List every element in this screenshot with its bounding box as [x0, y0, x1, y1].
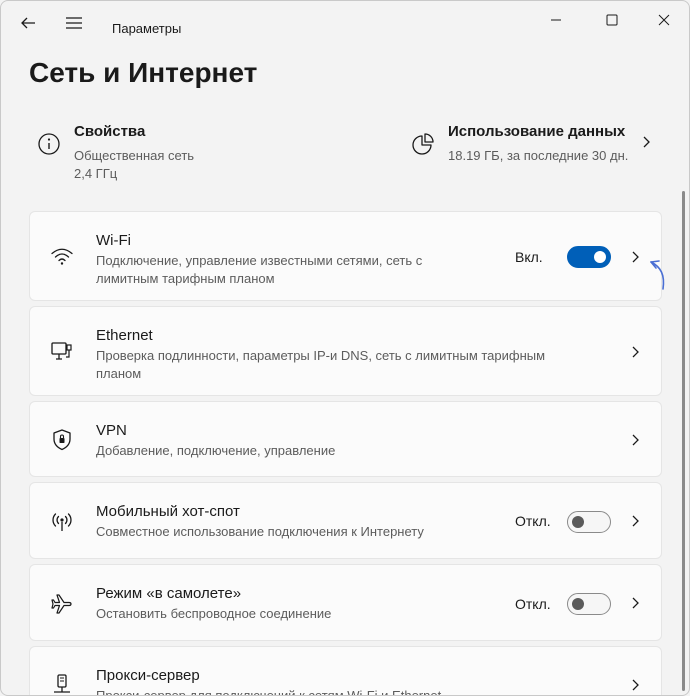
back-arrow-icon — [21, 17, 35, 29]
close-icon — [658, 14, 670, 26]
proxy-description: Прокси-сервер для подключений к сетям Wi… — [96, 688, 442, 696]
maximize-button[interactable] — [592, 7, 632, 33]
ethernet-card[interactable]: Ethernet Проверка подлинности, параметры… — [29, 306, 662, 396]
properties-title: Свойства — [74, 123, 146, 140]
vpn-card[interactable]: VPN Добавление, подключение, управление — [29, 401, 662, 477]
hotspot-description: Совместное использование подключения к И… — [96, 524, 424, 539]
airplane-state-label: Откл. — [515, 596, 551, 612]
menu-button[interactable] — [62, 11, 86, 35]
toggle-knob — [594, 251, 606, 263]
app-title: Параметры — [112, 21, 182, 36]
toggle-knob — [572, 598, 584, 610]
annotation-arrow-icon — [650, 260, 665, 290]
network-properties-link[interactable]: Свойства Общественная сеть 2,4 ГГц — [37, 119, 337, 189]
pie-chart-icon — [412, 133, 434, 155]
toggle-knob — [572, 516, 584, 528]
hotspot-icon — [52, 513, 72, 531]
chevron-right-icon — [632, 251, 639, 263]
title-bar: Параметры — [1, 1, 689, 49]
ethernet-description: Проверка подлинности, параметры IP-и DNS… — [96, 348, 546, 381]
hamburger-icon — [66, 17, 82, 29]
back-button[interactable] — [16, 11, 40, 35]
airplane-mode-card[interactable]: Режим «в самолете» Остановить беспроводн… — [29, 564, 662, 641]
chevron-right-icon — [643, 136, 650, 148]
network-band: 2,4 ГГц — [74, 166, 118, 181]
proxy-icon — [54, 674, 70, 693]
proxy-card[interactable]: Прокси-сервер Прокси-сервер для подключе… — [29, 646, 662, 696]
wifi-icon — [51, 248, 73, 265]
wifi-card[interactable]: Wi-Fi Подключение, управление известными… — [29, 211, 662, 301]
chevron-right-icon — [632, 679, 639, 691]
hotspot-toggle[interactable] — [567, 511, 611, 533]
hotspot-title: Мобильный хот-спот — [96, 503, 240, 520]
data-usage-link[interactable]: Использование данных 18.19 ГБ, за послед… — [411, 119, 661, 169]
chevron-right-icon — [632, 597, 639, 609]
wifi-state-label: Вкл. — [515, 249, 543, 265]
airplane-toggle[interactable] — [567, 593, 611, 615]
info-icon — [38, 133, 60, 155]
wifi-title: Wi-Fi — [96, 232, 131, 249]
chevron-right-icon — [632, 434, 639, 446]
wifi-description: Подключение, управление известными сетям… — [96, 253, 423, 286]
close-button[interactable] — [644, 7, 684, 33]
data-usage-amount: 18.19 ГБ, за последние 30 дн. — [448, 148, 629, 163]
minimize-button[interactable] — [536, 7, 576, 33]
minimize-icon — [551, 19, 561, 21]
vpn-title: VPN — [96, 422, 127, 439]
chevron-right-icon — [632, 515, 639, 527]
proxy-title: Прокси-сервер — [96, 667, 200, 684]
mobile-hotspot-card[interactable]: Мобильный хот-спот Совместное использова… — [29, 482, 662, 559]
airplane-icon — [51, 594, 72, 614]
airplane-title: Режим «в самолете» — [96, 585, 242, 602]
shield-icon — [53, 429, 71, 451]
wifi-toggle[interactable] — [567, 246, 611, 268]
ethernet-title: Ethernet — [96, 327, 153, 344]
chevron-right-icon — [632, 346, 639, 358]
ethernet-icon — [51, 342, 72, 360]
page-title: Сеть и Интернет — [29, 57, 258, 88]
maximize-icon — [606, 14, 618, 26]
data-usage-title: Использование данных — [448, 123, 626, 140]
vpn-description: Добавление, подключение, управление — [96, 443, 336, 458]
airplane-description: Остановить беспроводное соединение — [96, 606, 332, 621]
settings-window: Параметры Сеть и Интернет Свойства Общес… — [0, 0, 690, 696]
network-type: Общественная сеть — [74, 148, 195, 163]
hotspot-state-label: Откл. — [515, 513, 551, 529]
